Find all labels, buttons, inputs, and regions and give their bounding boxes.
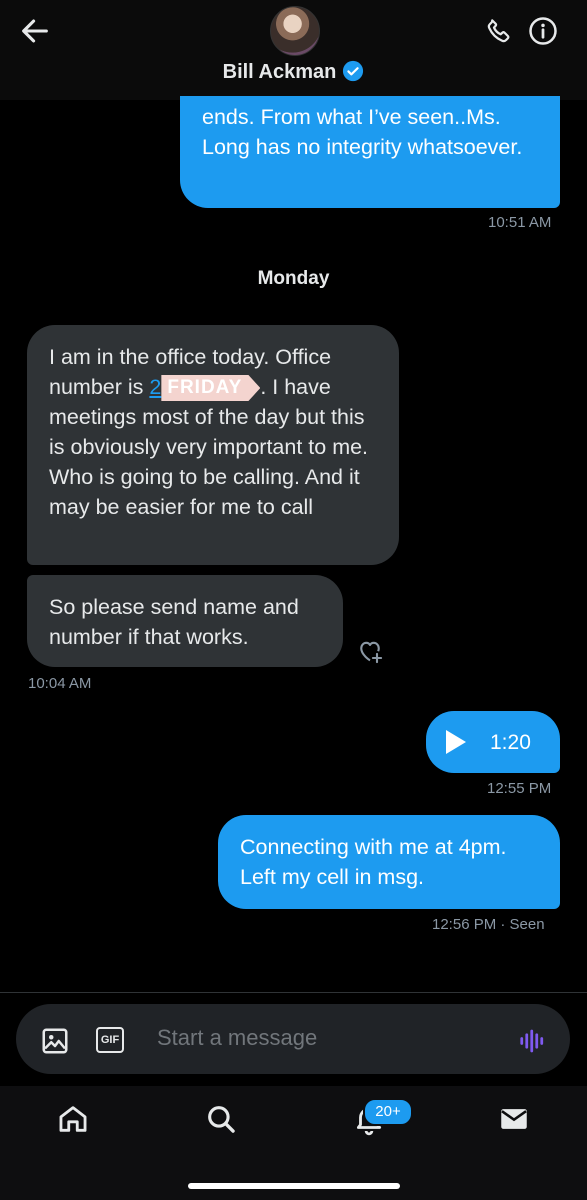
info-icon[interactable] <box>528 16 558 46</box>
message-input[interactable]: Start a message <box>157 1025 317 1051</box>
gif-icon[interactable]: GIF <box>96 1027 124 1053</box>
message-timestamp: 10:04 AM <box>28 675 92 692</box>
message-text: Connecting with me at 4pm. Left my cell … <box>240 835 507 889</box>
received-message-bubble[interactable]: So please send name and number if that w… <box>27 575 343 667</box>
message-status: 12:56 PM · Seen <box>432 916 545 933</box>
divider <box>0 992 587 993</box>
message-text: ends. From what I’ve seen..Ms. Long has … <box>202 105 523 159</box>
contact-name: Bill Ackman <box>222 61 337 83</box>
phone-number-link[interactable]: 2 <box>149 375 161 399</box>
search-icon[interactable] <box>204 1102 238 1136</box>
image-icon[interactable] <box>40 1026 70 1056</box>
play-icon[interactable] <box>446 730 466 754</box>
avatar[interactable] <box>270 6 320 56</box>
received-message-bubble[interactable]: I am in the office today. Office number … <box>27 325 399 565</box>
voice-message-bubble[interactable]: 1:20 <box>426 711 560 773</box>
voice-wave-icon[interactable] <box>518 1026 548 1056</box>
contact-name-row[interactable]: Bill Ackman <box>0 60 587 84</box>
add-reaction-icon[interactable] <box>356 637 384 665</box>
sent-message-bubble[interactable]: Connecting with me at 4pm. Left my cell … <box>218 815 560 909</box>
sent-message-bubble[interactable]: ends. From what I’ve seen..Ms. Long has … <box>180 96 560 208</box>
voice-duration: 1:20 <box>490 731 531 754</box>
redaction-label: FRIDAY <box>161 375 261 401</box>
day-separator: Monday <box>257 268 330 289</box>
back-arrow-icon[interactable] <box>18 14 52 48</box>
message-text: So please send name and number if that w… <box>49 595 299 649</box>
notifications-badge: 20+ <box>363 1098 413 1126</box>
messages-envelope-icon[interactable] <box>497 1102 531 1136</box>
home-indicator <box>188 1183 400 1189</box>
home-icon[interactable] <box>56 1102 90 1136</box>
verified-badge-icon <box>343 60 364 82</box>
message-timestamp: 12:55 PM <box>487 780 552 797</box>
phone-icon[interactable] <box>484 16 514 46</box>
message-timestamp: 10:51 AM <box>488 214 552 231</box>
